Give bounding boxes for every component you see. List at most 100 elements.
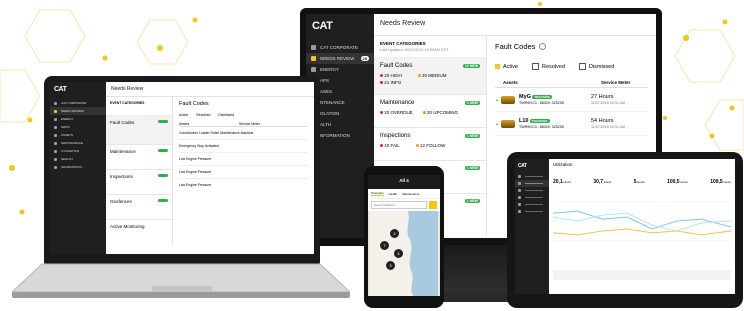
metric: 20,1 Hours <box>553 179 571 185</box>
tab-overview[interactable]: Overview <box>371 191 384 196</box>
metric: 109,5 Hours <box>710 179 731 185</box>
event-categories-title: EVENT CATEGORIES <box>106 97 172 116</box>
service-meter-value: 27 Hours <box>591 94 614 100</box>
laptop-screen: CAT CAT CORPORATE NEEDS REVIEW ENERGY MA… <box>50 82 314 254</box>
table-row[interactable]: Low Engine Pressure <box>179 153 308 166</box>
sidebar-item[interactable]: MAINTENANCE <box>50 139 106 147</box>
building-icon <box>311 45 316 50</box>
new-count-tag: 1 NEW <box>464 199 480 203</box>
category-title: Inspections <box>380 133 411 139</box>
sidebar-item[interactable]: UTILIZATION <box>50 147 106 155</box>
series-line <box>552 212 732 232</box>
heart-icon <box>54 157 57 161</box>
sidebar-item[interactable] <box>515 208 549 215</box>
tab-maintenance[interactable]: Maintenance <box>402 192 419 196</box>
column-header-service-meter: Service Meter <box>601 80 631 85</box>
sidebar-item[interactable]: INFORMATION <box>50 163 106 171</box>
table-row[interactable]: Low Engine Pressure <box>179 179 308 191</box>
laptop-detail: Fault Codes Active Resolved Dismissed As… <box>173 97 314 244</box>
filter-resolved-checkbox[interactable]: Resolved <box>531 63 565 70</box>
phone-screen: All 4 Overview Health Maintenance 2 7 4 … <box>368 175 440 296</box>
phone-tabs: Overview Health Maintenance <box>368 189 440 199</box>
new-count-tag <box>158 199 168 202</box>
high-dot-icon <box>380 81 383 85</box>
sidebar-item[interactable]: ASSETS <box>50 131 106 139</box>
medium-dot-icon <box>417 74 421 78</box>
category-card-maintenance[interactable]: Maintenance 4 NEW 20 OVERDUE 20 UPCOMING <box>374 95 486 128</box>
service-meter-value: 54 Hours <box>591 118 614 124</box>
needs-review-count-badge: 28 <box>360 56 369 61</box>
map-marker[interactable]: 2 <box>390 229 399 238</box>
category-card[interactable]: Geofences <box>106 195 172 220</box>
tablet-title: Utilization <box>553 162 573 167</box>
phone-map[interactable]: 2 7 4 3 <box>368 211 440 296</box>
sidebar-item[interactable]: MAPS <box>50 123 106 131</box>
table-row[interactable]: ⌄ MyG TRACKING TWR9GC3 - 883CK 3252S0 27 … <box>495 88 648 112</box>
search-button[interactable] <box>429 201 437 209</box>
sidebar-item[interactable]: HEALTH <box>50 155 106 163</box>
sidebar-item[interactable] <box>515 187 549 194</box>
sidebar-item[interactable] <box>515 194 549 201</box>
category-card-fault-codes[interactable]: Fault Codes 12 NEW 20 HIGH 20 MEDIUM 21 I… <box>374 58 486 95</box>
sidebar-item[interactable] <box>515 173 549 180</box>
search-input[interactable] <box>371 201 427 209</box>
asset-name: MyG <box>519 94 531 100</box>
map-marker[interactable]: 3 <box>386 261 395 270</box>
category-card[interactable]: Active Monitoring <box>106 220 172 244</box>
bolt-icon <box>54 117 57 121</box>
table-row[interactable]: ⌄ L10 TRACKING TWR9GC3 - 883CK 3252S0 54 … <box>495 112 648 136</box>
table-row[interactable]: Low Engine Pressure <box>179 166 308 179</box>
new-count-tag: 4 NEW <box>464 101 480 105</box>
alert-icon <box>54 109 57 113</box>
phone-search-row <box>368 199 440 211</box>
detail-title: Fault Codes <box>495 42 536 51</box>
utilization-line-chart <box>552 201 732 242</box>
bolt-icon <box>518 189 521 192</box>
map-land <box>370 211 438 296</box>
cat-logo: CAT <box>54 86 67 93</box>
category-card[interactable]: Fault Codes <box>106 116 172 145</box>
table-row[interactable]: Emergency Stop Activated <box>179 140 308 153</box>
cat-logo: CAT <box>312 20 333 32</box>
sidebar-item[interactable]: ENERGY <box>50 115 106 123</box>
alert-icon <box>311 56 316 61</box>
category-card[interactable]: Inspections <box>106 170 172 195</box>
filter-row: Active Resolved Dismissed <box>179 113 308 117</box>
map-marker[interactable]: 7 <box>380 241 389 250</box>
sidebar-item[interactable] <box>515 180 549 187</box>
sidebar-item-cat-corporate[interactable]: CAT CORPORATE <box>306 42 374 53</box>
wrench-icon <box>518 210 521 213</box>
event-categories-title: EVENT CATEGORIES <box>380 41 426 46</box>
column-header-assets: Assets <box>503 80 518 85</box>
filter-dismissed-checkbox[interactable]: Dismissed <box>218 113 234 117</box>
laptop: CAT CAT CORPORATE NEEDS REVIEW ENERGY MA… <box>44 76 320 264</box>
filter-resolved-checkbox[interactable]: Resolved <box>196 113 210 117</box>
sidebar-item[interactable] <box>515 201 549 208</box>
sidebar-item-energy[interactable]: ENERGY <box>306 64 374 75</box>
filter-dismissed-checkbox[interactable]: Dismissed <box>578 63 614 70</box>
new-count-tag: 1 NEW <box>464 166 480 170</box>
sidebar-item-needs-review[interactable]: NEEDS REVIEW 28 <box>306 53 374 64</box>
filter-active-checkbox[interactable]: Active <box>179 113 188 117</box>
excavator-thumbnail <box>501 95 515 104</box>
cat-logo: CAT <box>518 163 527 169</box>
laptop-categories-panel: EVENT CATEGORIES Fault Codes Maintenance… <box>106 97 173 244</box>
wrench-icon <box>54 141 57 145</box>
sidebar-item[interactable]: NEEDS REVIEW <box>50 107 106 115</box>
sidebar-item[interactable]: CAT CORPORATE <box>50 99 106 107</box>
medium-dot-icon <box>415 144 419 148</box>
tab-health[interactable]: Health <box>389 192 398 196</box>
category-card-inspections[interactable]: Inspections 1 NEW 10 FAIL 12 FOLLOW <box>374 128 486 161</box>
filter-active-checkbox[interactable]: Active <box>495 64 518 70</box>
metric: 5 Hours <box>633 179 645 185</box>
tracking-tag: TRACKING <box>529 119 550 123</box>
table-row[interactable]: Construction Loader Roller Maintenance M… <box>179 127 308 140</box>
category-card[interactable]: Maintenance <box>106 145 172 170</box>
metric: 30,7 Hours <box>593 179 612 185</box>
list-icon <box>518 203 521 206</box>
map-marker[interactable]: 4 <box>394 249 403 258</box>
building-icon <box>54 101 57 105</box>
info-icon <box>539 43 547 50</box>
grid-icon <box>518 196 521 199</box>
building-icon <box>518 175 521 178</box>
